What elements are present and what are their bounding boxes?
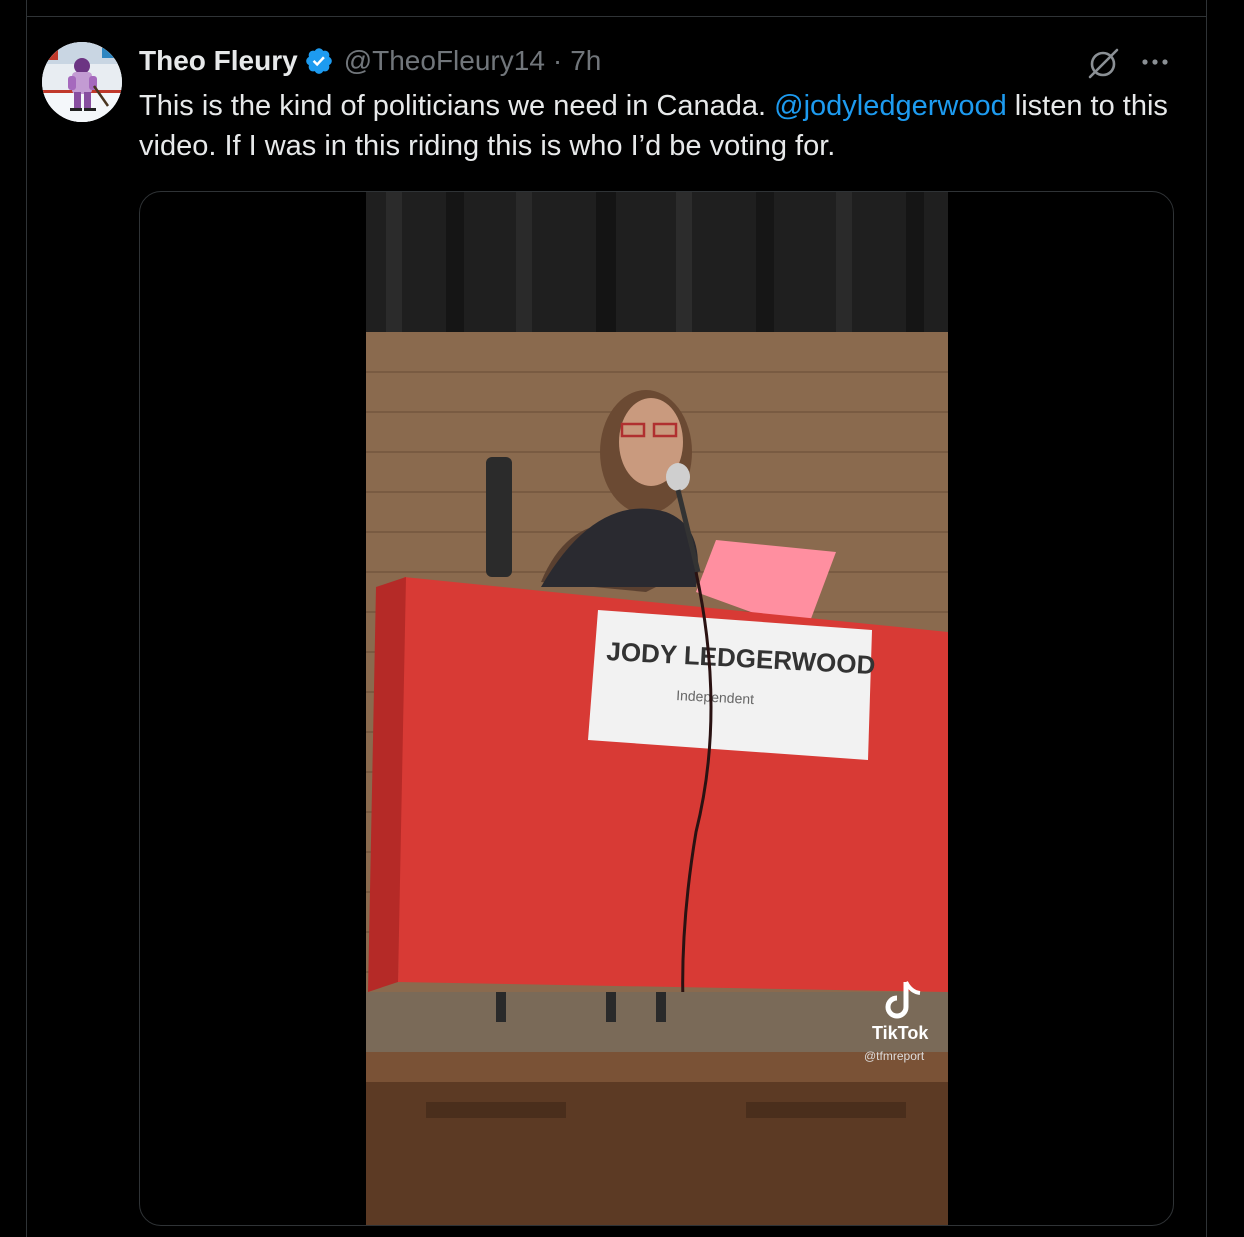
more-options-icon[interactable] — [1139, 48, 1171, 76]
author-handle[interactable]: @TheoFleury14 — [344, 45, 545, 77]
tweet-top-divider — [26, 16, 1207, 17]
tweet-text: This is the kind of politicians we need … — [139, 86, 1169, 166]
header-separator: · — [552, 45, 563, 76]
verified-badge-icon[interactable] — [304, 46, 334, 76]
timeline-left-border — [26, 0, 27, 1237]
video-frame[interactable]: JODY LEDGERWOOD Independent TikTok @tfmr… — [366, 192, 948, 1225]
avatar-image — [42, 42, 122, 122]
tiktok-username: @tfmreport — [864, 1049, 925, 1063]
tweet-text-part-1: This is the kind of politicians we need … — [139, 90, 775, 122]
author-name[interactable]: Theo Fleury — [139, 45, 298, 77]
avatar[interactable] — [42, 42, 122, 122]
mention-link[interactable]: @jodyledgerwood — [774, 90, 1007, 122]
timeline-right-border — [1206, 0, 1207, 1237]
tiktok-watermark: TikTok — [872, 1023, 929, 1043]
tweet-header: Theo Fleury @TheoFleury14 · 7h — [139, 44, 601, 78]
grok-icon[interactable] — [1086, 46, 1120, 80]
post-time[interactable]: 7h — [570, 45, 601, 77]
video-player[interactable]: JODY LEDGERWOOD Independent TikTok @tfmr… — [139, 191, 1174, 1226]
